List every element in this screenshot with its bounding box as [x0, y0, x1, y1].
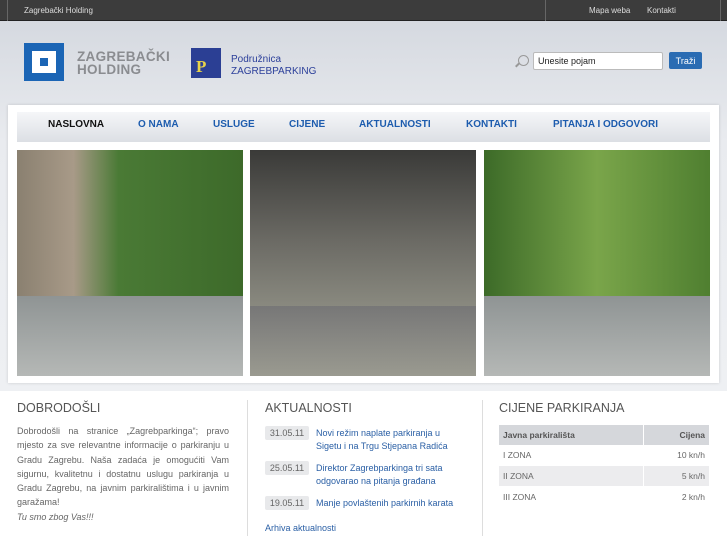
nav-naslovna[interactable]: NASLOVNA [48, 119, 104, 130]
search-icon [518, 55, 529, 66]
street-photo-2 [484, 150, 710, 376]
news-link[interactable]: Manje povlaštenih parkirnih karata [316, 497, 466, 510]
nav-pitanja[interactable]: PITANJA I ODGOVORI [553, 119, 658, 130]
col-header: Javna parkirališta [499, 425, 644, 445]
price: 5 kn/h [643, 465, 709, 486]
nav-aktualnosti[interactable]: AKTUALNOSTI [359, 119, 431, 130]
nav-kontakti[interactable]: KONTAKTI [466, 119, 517, 130]
branch-line2: ZAGREBPARKING [231, 66, 317, 77]
top-bar: Zagrebački Holding Mapa weba Kontakti [0, 0, 727, 21]
prices-title: CIJENE PARKIRANJA [499, 401, 625, 415]
search-input[interactable] [533, 52, 663, 70]
garage-photo [250, 150, 476, 376]
search-button[interactable]: Traži [669, 52, 702, 69]
zone: III ZONA [499, 485, 644, 507]
news-date: 31.05.11 [265, 426, 309, 440]
nav-cijene[interactable]: CIJENE [289, 119, 325, 130]
welcome-motto: Tu smo zbog Vas!!! [17, 512, 94, 522]
street-photo-1 [17, 150, 243, 376]
price: 10 kn/h [643, 444, 709, 466]
prices-table: Javna parkirališta Cijena I ZONA 10 kn/h I… [499, 425, 709, 507]
table-row: I ZONA 10 kn/h [499, 444, 709, 466]
zone: II ZONA [499, 465, 644, 486]
nav-usluge[interactable]: USLUGE [213, 119, 255, 130]
holding-name[interactable]: ZAGREBAČKI HOLDING [77, 50, 170, 77]
news-title: AKTUALNOSTI [265, 401, 352, 415]
holding-link[interactable]: Zagrebački Holding [24, 6, 93, 15]
contacts-link[interactable]: Kontakti [647, 6, 676, 15]
news-link[interactable]: Direktor Zagrebparkinga tri sata odgovar… [316, 462, 466, 488]
table-row: III ZONA 2 kn/h [499, 485, 709, 507]
price: 2 kn/h [643, 485, 709, 507]
zone: I ZONA [499, 444, 644, 466]
sitemap-link[interactable]: Mapa weba [589, 6, 630, 15]
welcome-title: DOBRODOŠLI [17, 401, 101, 415]
zagrebacki-holding-logo[interactable] [24, 43, 64, 81]
news-date: 19.05.11 [265, 496, 309, 510]
main-nav: NASLOVNA O NAMA USLUGE CIJENE AKTUALNOST… [17, 112, 710, 142]
col-header: Cijena [643, 425, 709, 445]
branch-name: Podružnica ZAGREBPARKING [231, 54, 316, 78]
branch-line1: Podružnica [231, 54, 282, 65]
news-link[interactable]: Novi režim naplate parkiranja u Sigetu i… [316, 427, 466, 453]
news-date: 25.05.11 [265, 461, 309, 475]
welcome-text: Dobrodošli na stranice „Zagrebparkinga“;… [17, 426, 229, 508]
table-row: II ZONA 5 kn/h [499, 465, 709, 486]
holding-line2: HOLDING [77, 62, 142, 77]
zagrebparking-logo[interactable]: P [191, 48, 221, 78]
news-archive-link[interactable]: Arhiva aktualnosti [265, 523, 336, 533]
nav-o-nama[interactable]: O NAMA [138, 119, 179, 130]
